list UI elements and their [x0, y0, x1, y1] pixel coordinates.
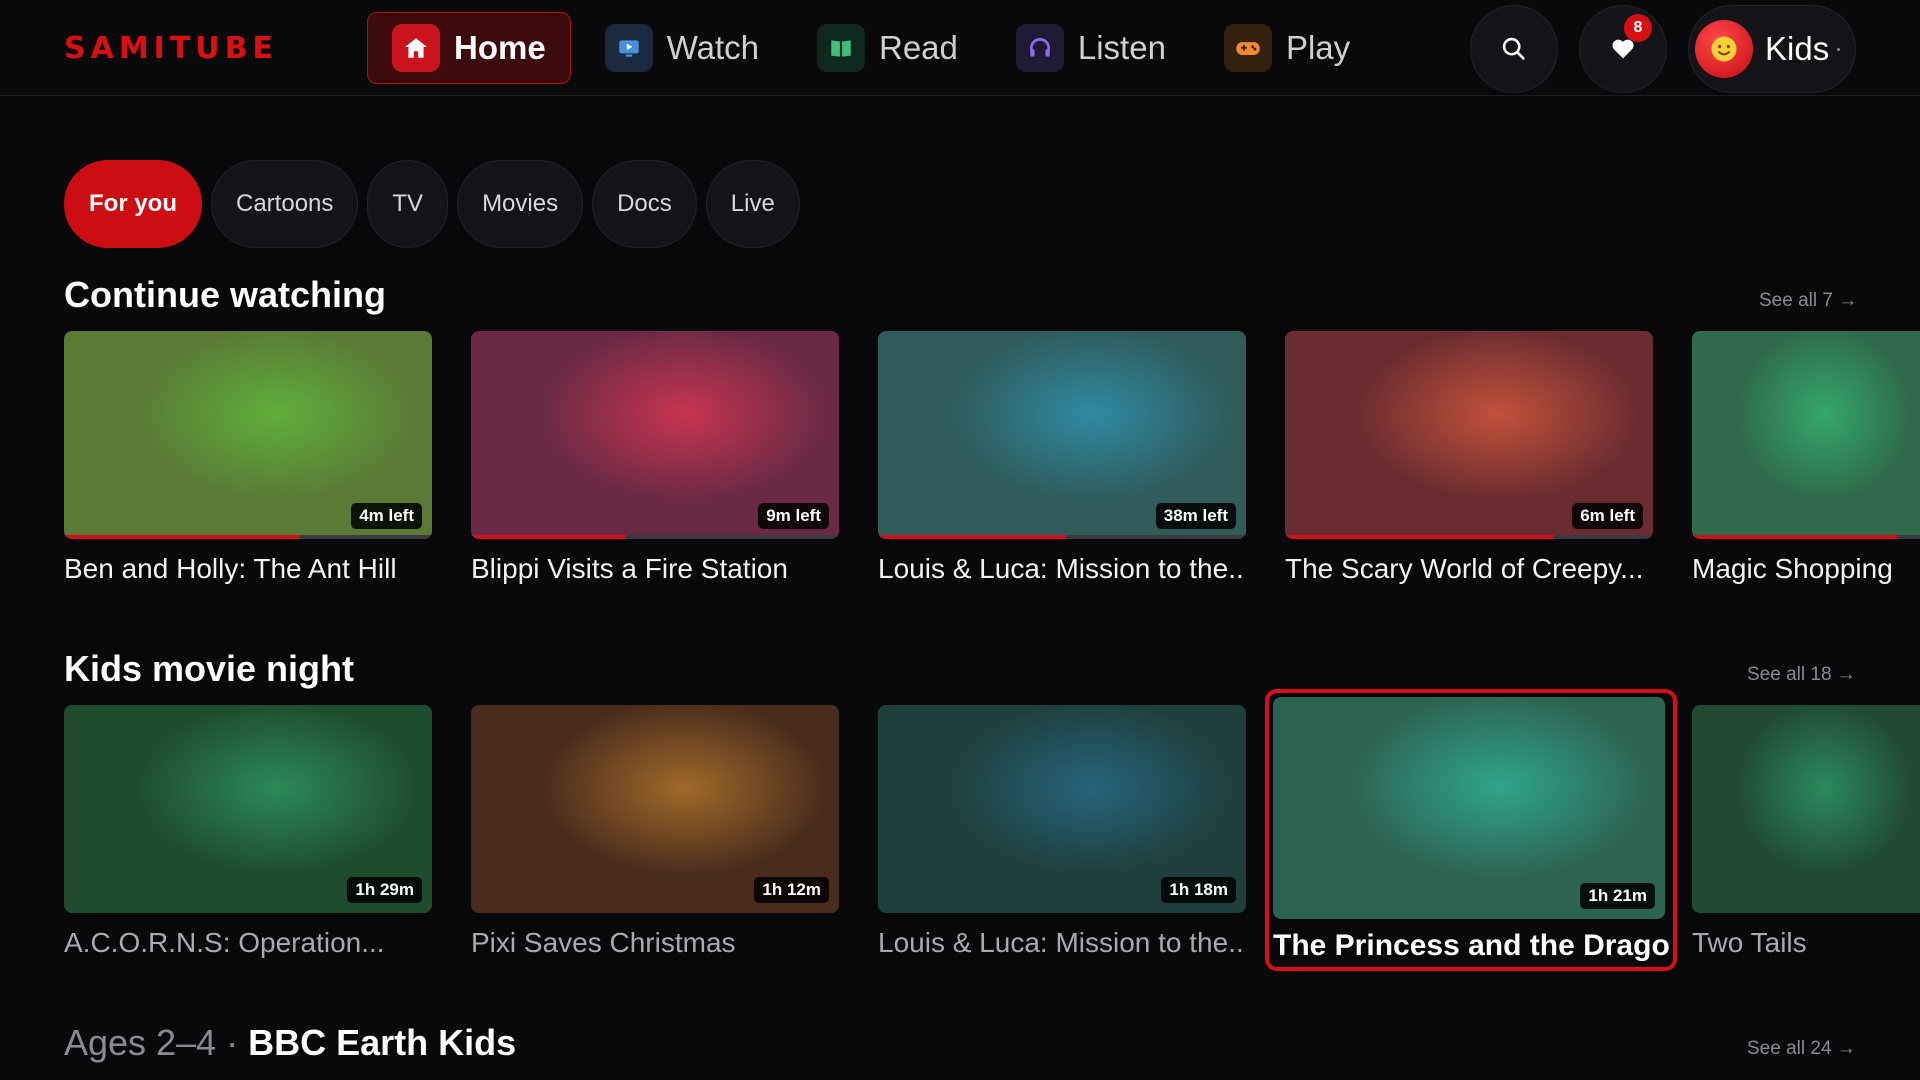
- chip-docs[interactable]: Docs: [592, 160, 697, 248]
- duration-badge: 1h 12m: [754, 877, 829, 903]
- progress-fill: [1692, 535, 1898, 539]
- section-prefix: Ages 2–4 ·: [64, 1022, 249, 1063]
- chip-for-you[interactable]: For you: [64, 160, 202, 248]
- tv-icon: [604, 24, 653, 72]
- thumbnail: 6m left: [1285, 331, 1653, 539]
- progress-bar: [878, 535, 1246, 539]
- favorites-count-badge: 8: [1624, 14, 1652, 42]
- content-card[interactable]: Magic Shopping: [1692, 331, 1920, 585]
- content-card[interactable]: 4m left Ben and Holly: The Ant Hill: [64, 331, 432, 585]
- profile-name: Kids: [1765, 30, 1830, 67]
- thumbnail: 1h 18m: [878, 705, 1246, 913]
- see-all-earth[interactable]: See all 24 →: [1747, 1038, 1856, 1060]
- main-nav: Home Watch Read Listen Play: [367, 12, 1384, 84]
- time-left-badge: 9m left: [758, 503, 829, 529]
- time-left-badge: 6m left: [1572, 503, 1643, 529]
- home-icon: [392, 24, 440, 72]
- nav-watch[interactable]: Watch: [581, 12, 783, 84]
- thumbnail: [1692, 331, 1920, 539]
- see-all-continue[interactable]: See all 7 →: [1759, 290, 1857, 312]
- section-title-continue: Continue watching: [64, 274, 386, 315]
- content-card[interactable]: 6m left The Scary World of Creepy...: [1285, 331, 1653, 585]
- card-title: Magic Shopping: [1692, 553, 1893, 584]
- content-card-focused[interactable]: 1h 21m The Princess and the Dragon: [1265, 689, 1677, 971]
- thumbnail: [1692, 705, 1920, 913]
- section-title-earth: Ages 2–4 · BBC Earth Kids: [64, 1022, 516, 1064]
- card-title: The Princess and the Dragon: [1273, 929, 1669, 962]
- nav-listen[interactable]: Listen: [992, 12, 1190, 84]
- card-title: Pixi Saves Christmas: [471, 927, 736, 958]
- chip-tv[interactable]: TV: [367, 160, 449, 248]
- profile-button[interactable]: Kids: [1688, 5, 1856, 93]
- content-card[interactable]: 1h 18m Louis & Luca: Mission to the...: [878, 705, 1246, 959]
- chip-cartoons[interactable]: Cartoons: [211, 160, 359, 248]
- profile-indicator-dot: [1837, 47, 1841, 51]
- progress-fill: [1285, 535, 1554, 539]
- top-bar: SAMITUBE Home Watch Read Listen Play 8 K…: [0, 0, 1920, 96]
- thumbnail: 38m left: [878, 331, 1246, 539]
- search-button[interactable]: [1470, 5, 1558, 93]
- card-title: Two Tails: [1692, 927, 1807, 958]
- section-title-text: BBC Earth Kids: [248, 1022, 517, 1063]
- duration-badge: 1h 21m: [1580, 883, 1655, 909]
- nav-home-label: Home: [454, 29, 546, 66]
- progress-bar: [64, 535, 432, 539]
- content-card[interactable]: 1h 12m Pixi Saves Christmas: [471, 705, 839, 959]
- progress-fill: [64, 535, 300, 539]
- favorites-button[interactable]: 8: [1579, 5, 1667, 93]
- progress-fill: [471, 535, 626, 539]
- book-icon: [816, 24, 865, 72]
- content-card[interactable]: Two Tails: [1692, 705, 1920, 959]
- nav-listen-label: Listen: [1077, 29, 1166, 66]
- search-icon: [1502, 37, 1525, 60]
- nav-play-label: Play: [1285, 29, 1351, 66]
- nav-play[interactable]: Play: [1200, 12, 1374, 84]
- time-left-badge: 38m left: [1155, 503, 1236, 529]
- content-card[interactable]: 38m left Louis & Luca: Mission to the...: [878, 331, 1246, 585]
- progress-bar: [471, 535, 839, 539]
- nav-read[interactable]: Read: [793, 12, 982, 84]
- app-logo: SAMITUBE: [64, 31, 279, 66]
- avatar: [1695, 20, 1753, 78]
- thumbnail: 1h 29m: [64, 705, 432, 913]
- content-card[interactable]: 1h 29m A.C.O.R.N.S: Operation...: [64, 705, 432, 959]
- chip-movies[interactable]: Movies: [457, 160, 584, 248]
- progress-fill: [878, 535, 1066, 539]
- nav-watch-label: Watch: [666, 29, 759, 66]
- thumbnail: 9m left: [471, 331, 839, 539]
- progress-bar: [1692, 535, 1920, 539]
- card-title: Louis & Luca: Mission to the...: [878, 927, 1246, 958]
- card-title: A.C.O.R.N.S: Operation...: [64, 927, 385, 958]
- nav-home[interactable]: Home: [367, 12, 571, 84]
- duration-badge: 1h 29m: [347, 877, 422, 903]
- content-card[interactable]: 9m left Blippi Visits a Fire Station: [471, 331, 839, 585]
- chip-live[interactable]: Live: [705, 160, 800, 248]
- smiley-icon: [1711, 36, 1737, 62]
- card-title: Ben and Holly: The Ant Hill: [64, 553, 397, 584]
- nav-read-label: Read: [878, 29, 958, 66]
- category-chips: For you Cartoons TV Movies Docs Live: [64, 160, 809, 248]
- kids-movie-night-row: 1h 29m A.C.O.R.N.S: Operation... 1h 12m …: [64, 689, 1920, 985]
- section-title-movies: Kids movie night: [64, 648, 355, 689]
- headphones-icon: [1015, 24, 1064, 72]
- progress-bar: [1285, 535, 1653, 539]
- thumbnail: 1h 12m: [471, 705, 839, 913]
- card-title: Louis & Luca: Mission to the...: [878, 553, 1246, 584]
- card-title: Blippi Visits a Fire Station: [471, 553, 788, 584]
- see-all-movies[interactable]: See all 18 →: [1747, 664, 1856, 686]
- thumbnail: 4m left: [64, 331, 432, 539]
- gamepad-icon: [1223, 24, 1272, 72]
- duration-badge: 1h 18m: [1161, 877, 1236, 903]
- card-title: The Scary World of Creepy...: [1285, 553, 1644, 584]
- continue-watching-row: 4m left Ben and Holly: The Ant Hill 9m l…: [64, 331, 1920, 611]
- time-left-badge: 4m left: [351, 503, 422, 529]
- thumbnail: 1h 21m: [1273, 697, 1665, 919]
